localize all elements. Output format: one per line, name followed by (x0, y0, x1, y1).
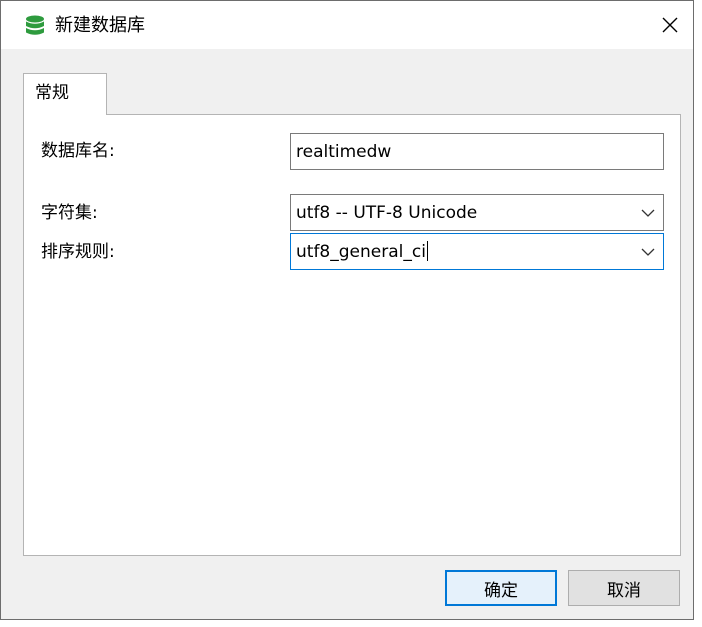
db-name-value: realtimedw (296, 142, 392, 162)
charset-select[interactable]: utf8 -- UTF-8 Unicode (290, 194, 664, 231)
db-name-label: 数据库名: (41, 141, 115, 161)
window-title: 新建数据库 (55, 15, 145, 36)
title-bar: 新建数据库 (1, 1, 693, 49)
charset-value: utf8 -- UTF-8 Unicode (296, 203, 478, 223)
collation-select[interactable]: utf8_general_ci (290, 233, 664, 270)
ok-button[interactable]: 确定 (445, 570, 557, 606)
close-icon (662, 17, 678, 33)
database-icon (26, 15, 44, 35)
tab-general-label: 常规 (35, 83, 69, 103)
general-panel (23, 114, 681, 556)
tab-general[interactable]: 常规 (23, 73, 107, 115)
close-button[interactable] (647, 1, 693, 49)
collation-label: 排序规则: (41, 242, 115, 262)
new-database-dialog: 新建数据库 常规 数据库名: realtimedw 字符集: utf8 -- U… (0, 0, 694, 620)
cancel-button-label: 取消 (607, 580, 641, 601)
collation-value: utf8_general_ci (296, 242, 426, 262)
chevron-down-icon (641, 209, 655, 217)
chevron-down-icon (641, 248, 655, 256)
cancel-button[interactable]: 取消 (568, 570, 680, 606)
ok-button-label: 确定 (484, 580, 518, 601)
db-name-input[interactable]: realtimedw (290, 133, 664, 170)
text-caret (426, 241, 428, 261)
charset-label: 字符集: (41, 203, 98, 223)
